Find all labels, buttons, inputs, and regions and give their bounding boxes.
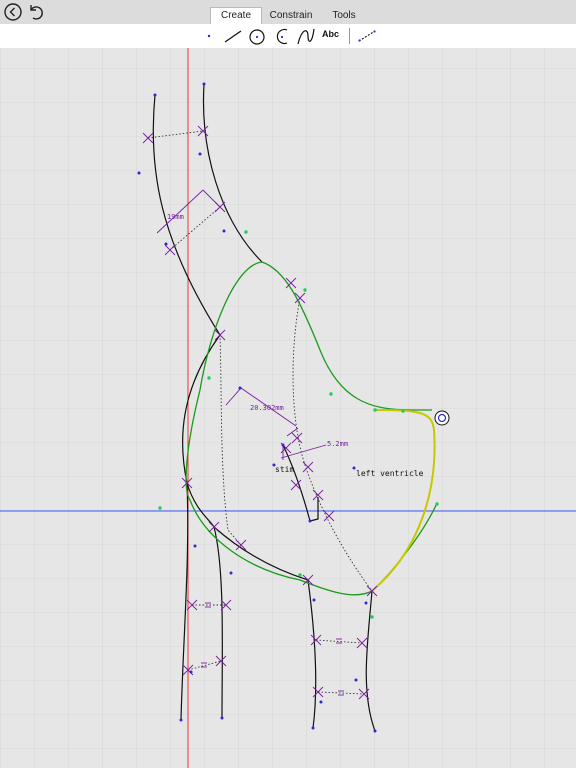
undo-icon[interactable] (25, 2, 45, 22)
left-ventricle-label[interactable]: left ventricle (356, 469, 424, 478)
dimension-label-3[interactable]: 5.2mm (327, 440, 348, 448)
toolbar-divider (349, 28, 350, 44)
line-tool-icon[interactable] (223, 26, 243, 46)
dimension-label-1[interactable]: 19mm (167, 213, 184, 221)
back-icon[interactable] (3, 2, 23, 22)
construction-line-tool-icon[interactable] (357, 26, 377, 46)
spline-tool-icon[interactable] (296, 26, 316, 46)
text-tool-icon[interactable]: Abc (322, 29, 339, 39)
arc-tool-icon[interactable] (272, 26, 292, 46)
toolbar: Abc (0, 24, 576, 48)
sketch-canvas[interactable]: 19mm 20.302mm 5.2mm stim left ventricle (0, 48, 576, 768)
top-bar: Create Constrain Tools (0, 0, 576, 24)
tab-create[interactable]: Create (210, 7, 262, 24)
tab-tools[interactable]: Tools (326, 8, 362, 24)
tab-constrain[interactable]: Constrain (266, 8, 316, 24)
stim-label[interactable]: stim (275, 465, 294, 474)
circle-tool-icon[interactable] (247, 26, 267, 46)
grid (0, 48, 576, 768)
dimension-label-2[interactable]: 20.302mm (250, 404, 284, 412)
point-tool-icon[interactable] (199, 26, 219, 46)
selection-handle-icon[interactable] (434, 410, 450, 426)
